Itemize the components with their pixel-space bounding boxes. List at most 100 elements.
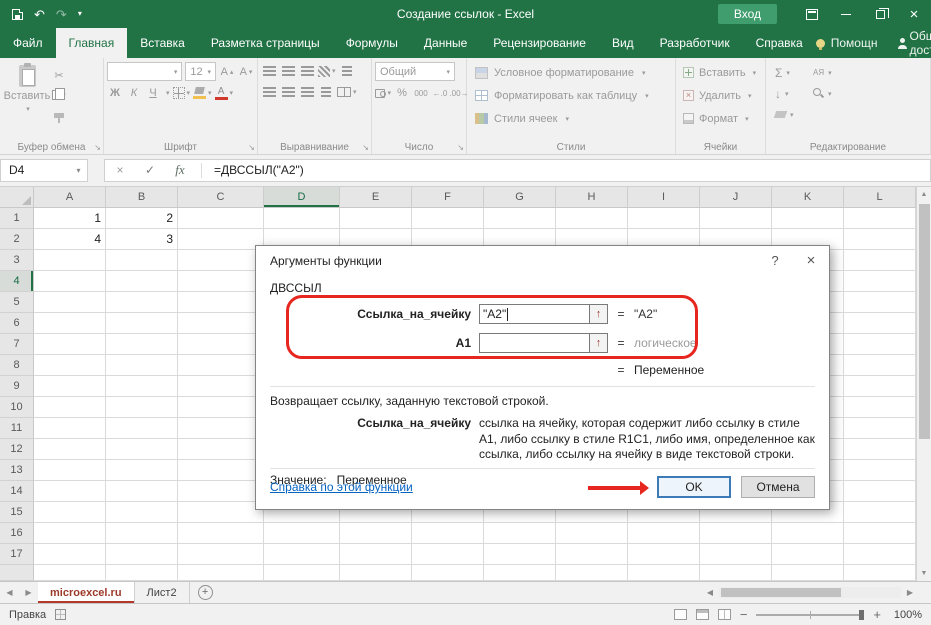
row-header-10[interactable]: 10 xyxy=(0,397,34,418)
redo-button[interactable]: ↷ xyxy=(56,8,67,21)
fill-color-button[interactable]: ▾ xyxy=(193,84,212,102)
copy-button[interactable]: ▾ xyxy=(51,86,67,104)
tab-developer[interactable]: Разработчик xyxy=(647,28,743,58)
cell-H1[interactable] xyxy=(556,208,628,229)
cell-A10[interactable] xyxy=(34,397,106,418)
cell-B3[interactable] xyxy=(106,250,178,271)
row-header-15[interactable]: 15 xyxy=(0,502,34,523)
cell-Kpartial[interactable] xyxy=(772,565,844,581)
cell-E1[interactable] xyxy=(340,208,412,229)
row-header-13[interactable]: 13 xyxy=(0,460,34,481)
number-dialog-launcher[interactable]: ↘ xyxy=(457,144,464,152)
dialog-close-button[interactable]: × xyxy=(793,246,829,275)
arg1-collapse-button[interactable]: ↑ xyxy=(590,304,608,324)
tab-data[interactable]: Данные xyxy=(411,28,480,58)
cell-A16[interactable] xyxy=(34,523,106,544)
cell-I1[interactable] xyxy=(628,208,700,229)
tab-formulas[interactable]: Формулы xyxy=(333,28,411,58)
cell-A5[interactable] xyxy=(34,292,106,313)
align-top-button[interactable] xyxy=(261,62,277,80)
arg2-input[interactable] xyxy=(479,333,590,353)
align-left-button[interactable] xyxy=(261,83,277,101)
cell-L8[interactable] xyxy=(844,355,916,376)
bold-button[interactable]: Ж xyxy=(107,84,123,102)
cell-A1[interactable]: 1 xyxy=(34,208,106,229)
cell-C4[interactable] xyxy=(178,271,264,292)
row-header-9[interactable]: 9 xyxy=(0,376,34,397)
paste-button[interactable]: Вставить ▾ xyxy=(3,62,51,139)
cell-Dpartial[interactable] xyxy=(264,565,340,581)
cell-B4[interactable] xyxy=(106,271,178,292)
tab-file[interactable]: Файл xyxy=(0,28,56,58)
view-page-layout-button[interactable] xyxy=(696,609,709,620)
row-header-8[interactable]: 8 xyxy=(0,355,34,376)
font-name-select[interactable]: ▾ xyxy=(107,62,182,81)
cancel-entry-button[interactable]: × xyxy=(105,163,135,177)
cell-A15[interactable] xyxy=(34,502,106,523)
format-cells-button[interactable]: Формат▾ xyxy=(679,108,762,129)
align-center-button[interactable] xyxy=(280,83,296,101)
cell-A6[interactable] xyxy=(34,313,106,334)
italic-button[interactable]: К xyxy=(126,84,142,102)
currency-format-button[interactable]: ▾ xyxy=(375,84,391,102)
arg2-collapse-button[interactable]: ↑ xyxy=(590,333,608,353)
orientation-button[interactable]: ▾ xyxy=(318,62,336,80)
wrap-text-button[interactable] xyxy=(339,62,355,80)
confirm-entry-button[interactable]: ✓ xyxy=(135,163,165,177)
cell-L13[interactable] xyxy=(844,460,916,481)
cell-L15[interactable] xyxy=(844,502,916,523)
insert-cells-button[interactable]: Вставить▾ xyxy=(679,62,762,83)
sign-in-button[interactable]: Вход xyxy=(718,4,777,24)
cell-A13[interactable] xyxy=(34,460,106,481)
cell-L10[interactable] xyxy=(844,397,916,418)
name-box[interactable]: D4 ▾ xyxy=(0,159,88,182)
cell-C17[interactable] xyxy=(178,544,264,565)
cell-Gpartial[interactable] xyxy=(484,565,556,581)
row-header-2[interactable]: 2 xyxy=(0,229,34,250)
cell-C12[interactable] xyxy=(178,439,264,460)
column-header-C[interactable]: C xyxy=(178,187,264,208)
tab-insert[interactable]: Вставка xyxy=(127,28,198,58)
cell-B2[interactable]: 3 xyxy=(106,229,178,250)
cell-C1[interactable] xyxy=(178,208,264,229)
percent-format-button[interactable]: % xyxy=(394,84,410,102)
row-header-16[interactable]: 16 xyxy=(0,523,34,544)
tab-review[interactable]: Рецензирование xyxy=(480,28,599,58)
font-dialog-launcher[interactable]: ↘ xyxy=(248,144,255,152)
cell-K17[interactable] xyxy=(772,544,844,565)
horizontal-scrollbar[interactable]: ◀ ▶ xyxy=(703,582,931,603)
cell-J17[interactable] xyxy=(700,544,772,565)
cell-Lpartial[interactable] xyxy=(844,565,916,581)
function-help-link[interactable]: Справка по этой функции xyxy=(270,480,413,494)
row-header-5[interactable]: 5 xyxy=(0,292,34,313)
customize-qat-button[interactable]: ▾ xyxy=(78,10,82,18)
cell-F17[interactable] xyxy=(412,544,484,565)
row-header-11[interactable]: 11 xyxy=(0,418,34,439)
arg1-input[interactable]: "A2" xyxy=(479,304,590,324)
align-bottom-button[interactable] xyxy=(299,62,315,80)
merge-center-button[interactable]: ▾ xyxy=(337,83,357,101)
sheet-nav-left[interactable]: ◀ xyxy=(0,582,19,603)
format-as-table-button[interactable]: Форматировать как таблицу▾ xyxy=(470,85,672,106)
cell-A12[interactable] xyxy=(34,439,106,460)
cell-D17[interactable] xyxy=(264,544,340,565)
column-header-D[interactable]: D xyxy=(264,187,340,208)
cell-B5[interactable] xyxy=(106,292,178,313)
close-button[interactable]: × xyxy=(897,0,931,28)
column-header-K[interactable]: K xyxy=(772,187,844,208)
zoom-out-button[interactable]: − xyxy=(740,607,748,622)
formula-input[interactable]: =ДВССЫЛ("A2") xyxy=(208,163,304,177)
row-header-1[interactable]: 1 xyxy=(0,208,34,229)
view-page-break-button[interactable] xyxy=(718,609,731,620)
cell-B1[interactable]: 2 xyxy=(106,208,178,229)
cell-B16[interactable] xyxy=(106,523,178,544)
cell-C11[interactable] xyxy=(178,418,264,439)
find-select-button[interactable]: ▾ xyxy=(813,83,857,104)
horizontal-scroll-thumb[interactable] xyxy=(721,588,841,597)
borders-button[interactable]: ▾ xyxy=(173,84,191,102)
row-header-4[interactable]: 4 xyxy=(0,271,34,292)
cell-I16[interactable] xyxy=(628,523,700,544)
dialog-title-bar[interactable]: Аргументы функции ? × xyxy=(256,246,829,275)
cell-C7[interactable] xyxy=(178,334,264,355)
cell-L3[interactable] xyxy=(844,250,916,271)
